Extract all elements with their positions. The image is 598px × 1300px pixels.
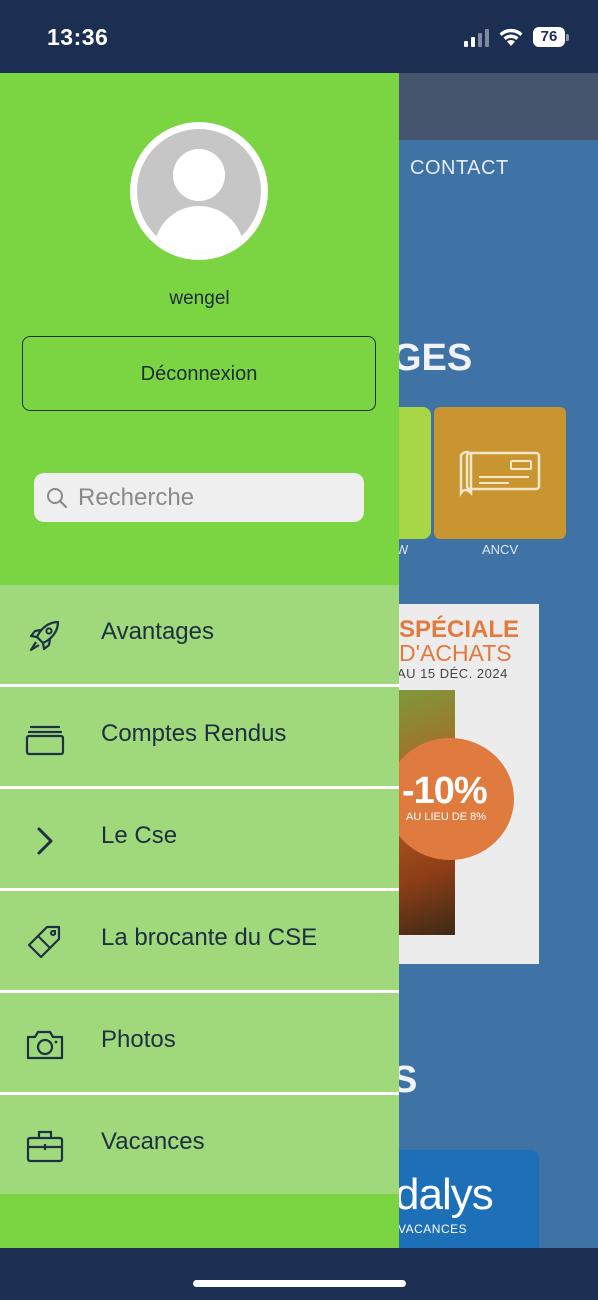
tag-icon xyxy=(27,925,61,959)
home-indicator-bar xyxy=(0,1248,598,1300)
cheque-icon xyxy=(459,450,541,497)
menu-item-comptes-rendus[interactable]: Comptes Rendus xyxy=(0,687,399,789)
wifi-icon xyxy=(499,28,523,46)
tile-label: ANCV xyxy=(482,542,519,557)
menu-label: La brocante du CSE xyxy=(101,924,318,951)
menu-label: Le Cse xyxy=(101,822,178,849)
drawer-footer xyxy=(0,1194,399,1248)
stack-icon xyxy=(25,725,65,756)
user-placeholder-icon xyxy=(137,129,261,253)
discount-value: -10% xyxy=(402,770,488,812)
ancv-tile[interactable] xyxy=(434,407,566,539)
menu-label: Photos xyxy=(101,1026,176,1053)
status-time: 13:36 xyxy=(47,24,109,50)
menu-item-avantages[interactable]: Avantages xyxy=(0,585,399,687)
odalys-tagline: VACANCES xyxy=(398,1222,468,1236)
promo-date: AU 15 DÉC. 2024 xyxy=(397,666,508,681)
chevron-right-icon xyxy=(37,827,53,855)
drawer-menu: Avantages Comptes Rendus Le Cse La broca… xyxy=(0,585,399,1197)
battery-level: 76 xyxy=(533,27,565,47)
menu-item-photos[interactable]: Photos xyxy=(0,993,399,1095)
odalys-logo: dalys xyxy=(395,1170,494,1219)
rocket-icon xyxy=(29,620,60,652)
menu-item-le-cse[interactable]: Le Cse xyxy=(0,789,399,891)
status-bar: 13:36 76 xyxy=(0,0,598,73)
search-icon xyxy=(47,488,68,509)
discount-note: AU LIEU DE 8% xyxy=(406,811,487,823)
cellular-signal-icon xyxy=(464,29,489,47)
promo-subtitle: D'ACHATS xyxy=(399,640,512,666)
avatar[interactable] xyxy=(130,122,268,260)
menu-item-vacances[interactable]: Vacances xyxy=(0,1095,399,1197)
username: wengel xyxy=(169,288,230,309)
promo-banner[interactable]: SPÉCIALE D'ACHATS AU 15 DÉC. 2024 -10% A… xyxy=(392,604,539,964)
menu-label: Avantages xyxy=(101,618,214,645)
menu-label: Comptes Rendus xyxy=(101,720,287,747)
search-placeholder: Recherche xyxy=(78,484,195,511)
section-heading: GES xyxy=(392,337,473,379)
menu-label: Vacances xyxy=(101,1128,205,1155)
camera-icon xyxy=(26,1030,64,1060)
nav-contact-link[interactable]: CONTACT xyxy=(410,157,509,180)
menu-item-brocante[interactable]: La brocante du CSE xyxy=(0,891,399,993)
home-indicator[interactable] xyxy=(193,1280,406,1287)
logout-button[interactable]: Déconnexion xyxy=(22,336,376,411)
battery-icon: 76 xyxy=(533,27,569,47)
search-input[interactable]: Recherche xyxy=(34,473,364,522)
briefcase-icon xyxy=(26,1130,64,1163)
odalys-banner[interactable]: dalys VACANCES xyxy=(392,1150,539,1248)
side-drawer: wengel Déconnexion Recherche Avantages C… xyxy=(0,73,399,1248)
